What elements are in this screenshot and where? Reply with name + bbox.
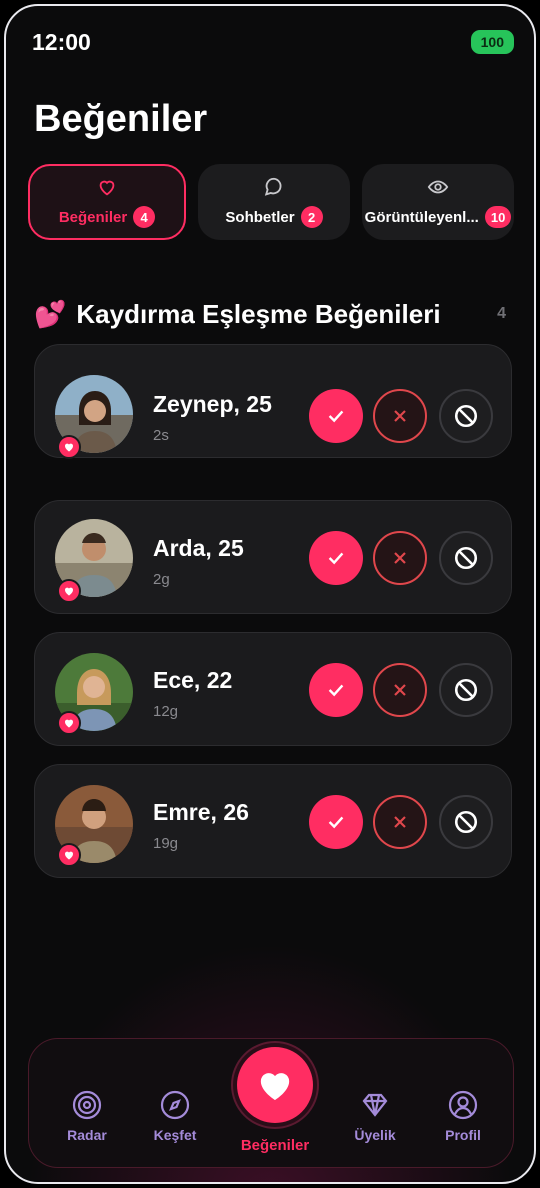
check-icon [328, 552, 344, 565]
block-icon [454, 678, 478, 702]
block-button[interactable] [439, 389, 493, 443]
page-title: Beğeniler [34, 98, 208, 140]
like-card[interactable]: Ece, 22 12g [34, 632, 512, 746]
tab-viewers[interactable]: Görüntüleyenl... 10 [362, 164, 514, 240]
tab-viewers-label: Görüntüleyenl... [364, 208, 479, 226]
reject-button[interactable] [373, 531, 427, 585]
nav-profile[interactable]: Profil [423, 1089, 503, 1143]
tab-bar: Beğeniler 4 Sohbetler 2 Görüntüleyenl...… [28, 164, 514, 242]
chat-bubble-icon [264, 177, 282, 196]
reject-button[interactable] [373, 663, 427, 717]
accept-button[interactable] [309, 795, 363, 849]
reject-button[interactable] [373, 795, 427, 849]
nav-discover[interactable]: Keşfet [135, 1089, 215, 1143]
nav-radar[interactable]: Radar [47, 1089, 127, 1143]
like-name: Emre, 26 [153, 799, 249, 825]
tab-likes[interactable]: Beğeniler 4 [28, 164, 186, 240]
like-time: 12g [153, 703, 179, 720]
check-icon [328, 410, 344, 423]
like-name: Zeynep, 25 [153, 391, 272, 417]
heart-icon [260, 1073, 290, 1100]
heart-badge-icon [57, 711, 81, 735]
nav-likes[interactable] [231, 1041, 319, 1129]
eye-icon [427, 180, 449, 194]
like-name: Arda, 25 [153, 535, 244, 561]
tab-viewers-count: 10 [484, 206, 512, 228]
section-count: 4 [497, 305, 506, 322]
phone-screen: 12:00 100 Beğeniler Beğeniler 4 Sohbetle… [4, 4, 536, 1184]
nav-radar-label: Radar [67, 1127, 107, 1143]
block-button[interactable] [439, 795, 493, 849]
section-emoji: 💕 [34, 298, 67, 329]
tab-likes-count: 4 [133, 206, 156, 228]
like-time: 2s [153, 427, 169, 444]
like-card[interactable]: Emre, 26 19g [34, 764, 512, 878]
block-icon [454, 546, 478, 570]
tab-chats-count: 2 [300, 206, 323, 228]
radar-icon [72, 1090, 102, 1120]
nav-discover-label: Keşfet [153, 1127, 197, 1143]
heart-badge-icon [57, 435, 81, 459]
nav-membership[interactable]: Üyelik [335, 1089, 415, 1143]
heart-icon [99, 180, 115, 196]
accept-button[interactable] [309, 389, 363, 443]
check-icon [328, 816, 344, 829]
diamond-icon [362, 1093, 388, 1117]
user-circle-icon [448, 1090, 478, 1120]
block-button[interactable] [439, 531, 493, 585]
reject-button[interactable] [373, 389, 427, 443]
tab-likes-label: Beğeniler [58, 208, 128, 226]
bottom-nav: Radar Keşfet Beğeniler Üyelik Profil [28, 1038, 514, 1168]
compass-icon [160, 1090, 190, 1120]
accept-button[interactable] [309, 531, 363, 585]
heart-badge-icon [57, 843, 81, 867]
tab-chats[interactable]: Sohbetler 2 [198, 164, 350, 240]
block-button[interactable] [439, 663, 493, 717]
nav-membership-label: Üyelik [354, 1127, 396, 1143]
like-name: Ece, 22 [153, 667, 233, 693]
like-time: 19g [153, 835, 179, 852]
block-icon [454, 810, 478, 834]
battery-badge: 100 [470, 30, 514, 54]
section-title: Kaydırma Eşleşme Beğenileri [76, 298, 441, 329]
close-icon [394, 552, 406, 564]
check-icon [328, 684, 344, 697]
section-header: 💕 Kaydırma Eşleşme Beğenileri 4 [34, 292, 506, 336]
close-icon [394, 410, 406, 422]
like-time: 2g [153, 571, 170, 588]
nav-profile-label: Profil [445, 1127, 481, 1143]
status-time: 12:00 [32, 28, 91, 55]
close-icon [394, 684, 406, 696]
block-icon [454, 404, 478, 428]
status-bar: 12:00 100 [32, 26, 514, 58]
heart-badge-icon [57, 579, 81, 603]
accept-button[interactable] [309, 663, 363, 717]
tab-chats-label: Sohbetler [225, 208, 295, 226]
nav-likes-label: Beğeniler [240, 1137, 310, 1154]
screen: 12:00 100 Beğeniler Beğeniler 4 Sohbetle… [0, 0, 540, 1188]
close-icon [394, 816, 406, 828]
like-card[interactable]: Arda, 25 2g [34, 500, 512, 614]
like-card[interactable]: Zeynep, 25 2s [34, 344, 512, 459]
